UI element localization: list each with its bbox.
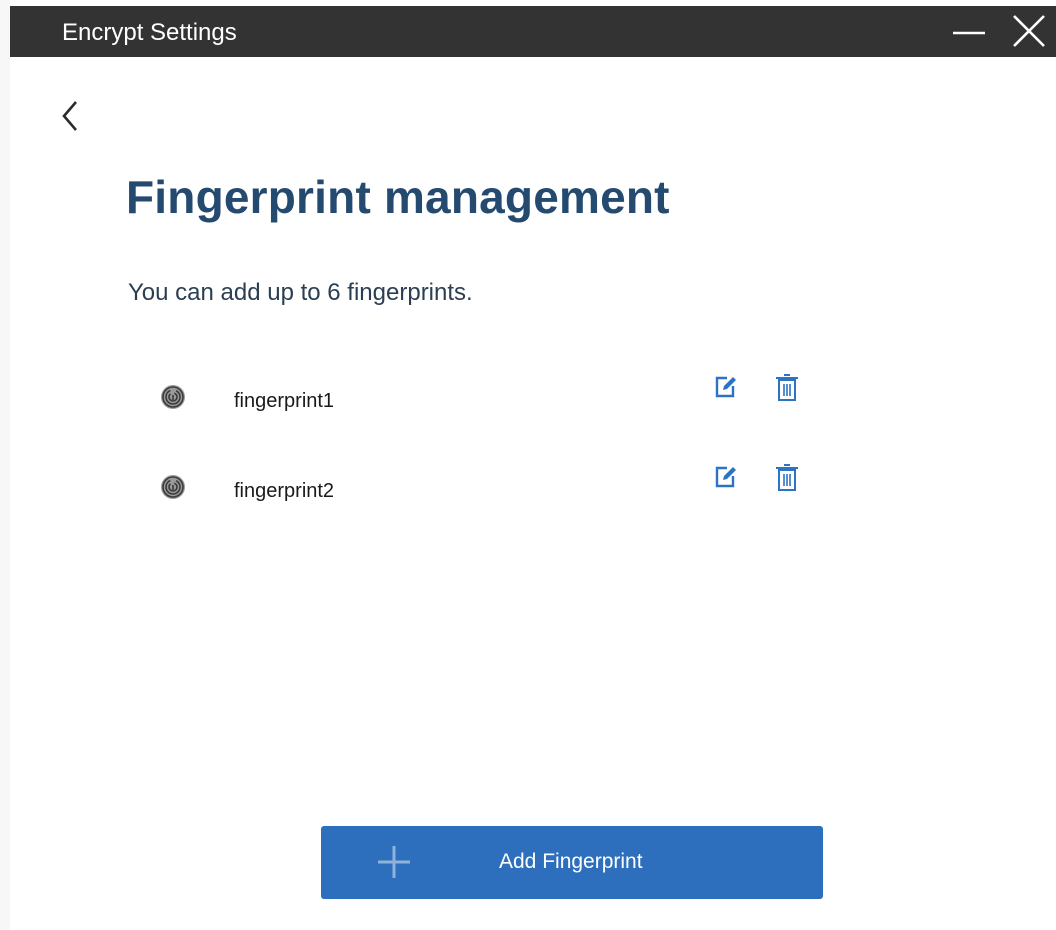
back-button[interactable] xyxy=(54,96,86,136)
close-button[interactable] xyxy=(1006,6,1054,57)
page-title: Fingerprint management xyxy=(126,171,670,223)
chevron-left-icon xyxy=(62,101,77,131)
trash-icon xyxy=(776,374,798,401)
fingerprint-limit-text: You can add up to 6 fingerprints. xyxy=(128,279,473,306)
edit-icon xyxy=(715,376,736,398)
window-title: Encrypt Settings xyxy=(62,19,237,46)
add-fingerprint-button[interactable]: Add Fingerprint xyxy=(321,826,823,899)
window-edge xyxy=(0,0,10,930)
fingerprint-row: fingerprint2 xyxy=(150,460,830,510)
title-bar: Encrypt Settings xyxy=(10,6,1056,57)
edit-fingerprint-button[interactable] xyxy=(713,464,739,490)
add-fingerprint-label: Add Fingerprint xyxy=(499,850,643,873)
delete-fingerprint-button[interactable] xyxy=(775,374,799,402)
trash-icon xyxy=(776,464,798,491)
edit-fingerprint-button[interactable] xyxy=(713,374,739,400)
fingerprint-row: fingerprint1 xyxy=(150,370,830,420)
edit-icon xyxy=(715,466,736,488)
plus-icon xyxy=(378,846,410,878)
fingerprint-name: fingerprint1 xyxy=(234,390,335,412)
fingerprint-icon xyxy=(161,475,185,499)
fingerprint-name: fingerprint2 xyxy=(234,480,335,502)
encrypt-settings-window: Encrypt Settings Fingerprint management … xyxy=(10,0,1056,930)
delete-fingerprint-button[interactable] xyxy=(775,464,799,492)
minimize-button[interactable] xyxy=(945,6,993,57)
minimize-icon xyxy=(953,31,985,35)
close-icon xyxy=(1013,15,1045,47)
fingerprint-icon xyxy=(161,385,185,409)
